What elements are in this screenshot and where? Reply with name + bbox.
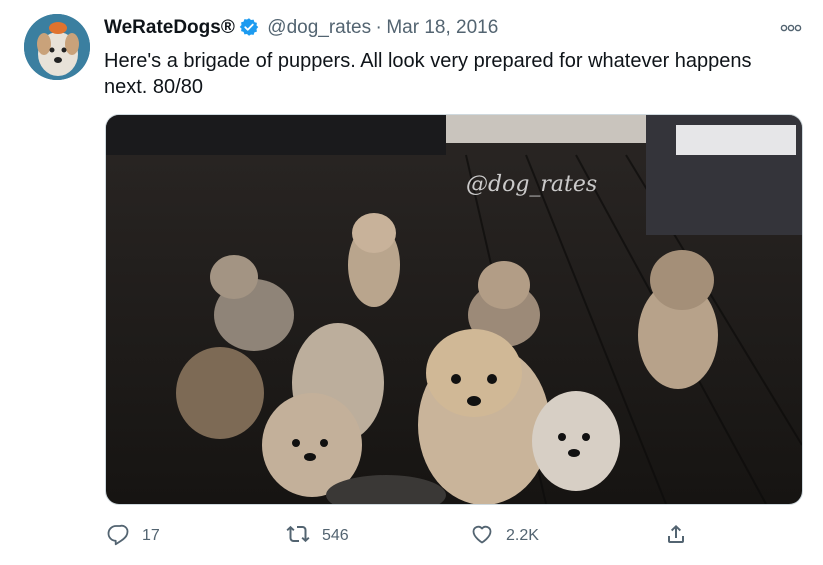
tweet-header: WeRateDogs® @dog_rates · Mar 18, 2016 <box>104 17 498 43</box>
tweet-photo[interactable]: @dog_rates <box>105 114 803 505</box>
avatar-dog-image <box>24 14 90 80</box>
separator-dot: · <box>375 17 382 38</box>
verified-badge-icon <box>239 17 259 37</box>
retweet-button[interactable]: 546 <box>286 520 349 552</box>
tweet-date[interactable]: Mar 18, 2016 <box>386 17 498 38</box>
share-icon <box>664 522 688 551</box>
share-button[interactable] <box>664 520 688 552</box>
reply-button[interactable]: 17 <box>106 520 160 552</box>
more-options-icon[interactable] <box>776 18 806 38</box>
heart-icon <box>470 522 494 551</box>
retweet-count: 546 <box>322 527 349 544</box>
avatar[interactable] <box>24 14 90 80</box>
photo-watermark: @dog_rates <box>466 172 597 197</box>
dogs-photo-image: @dog_rates <box>106 115 802 504</box>
tweet-card[interactable]: WeRateDogs® @dog_rates · Mar 18, 2016 He… <box>0 0 823 565</box>
reply-icon <box>106 522 130 551</box>
retweet-icon <box>286 522 310 551</box>
author-name[interactable]: WeRateDogs® <box>104 17 235 38</box>
tweet-actions: 17 546 2.2K <box>0 520 823 552</box>
author-handle[interactable]: @dog_rates <box>267 17 371 38</box>
reply-count: 17 <box>142 527 160 544</box>
like-count: 2.2K <box>506 527 539 544</box>
tweet-text: Here's a brigade of puppers. All look ve… <box>104 50 752 98</box>
like-button[interactable]: 2.2K <box>470 520 539 552</box>
